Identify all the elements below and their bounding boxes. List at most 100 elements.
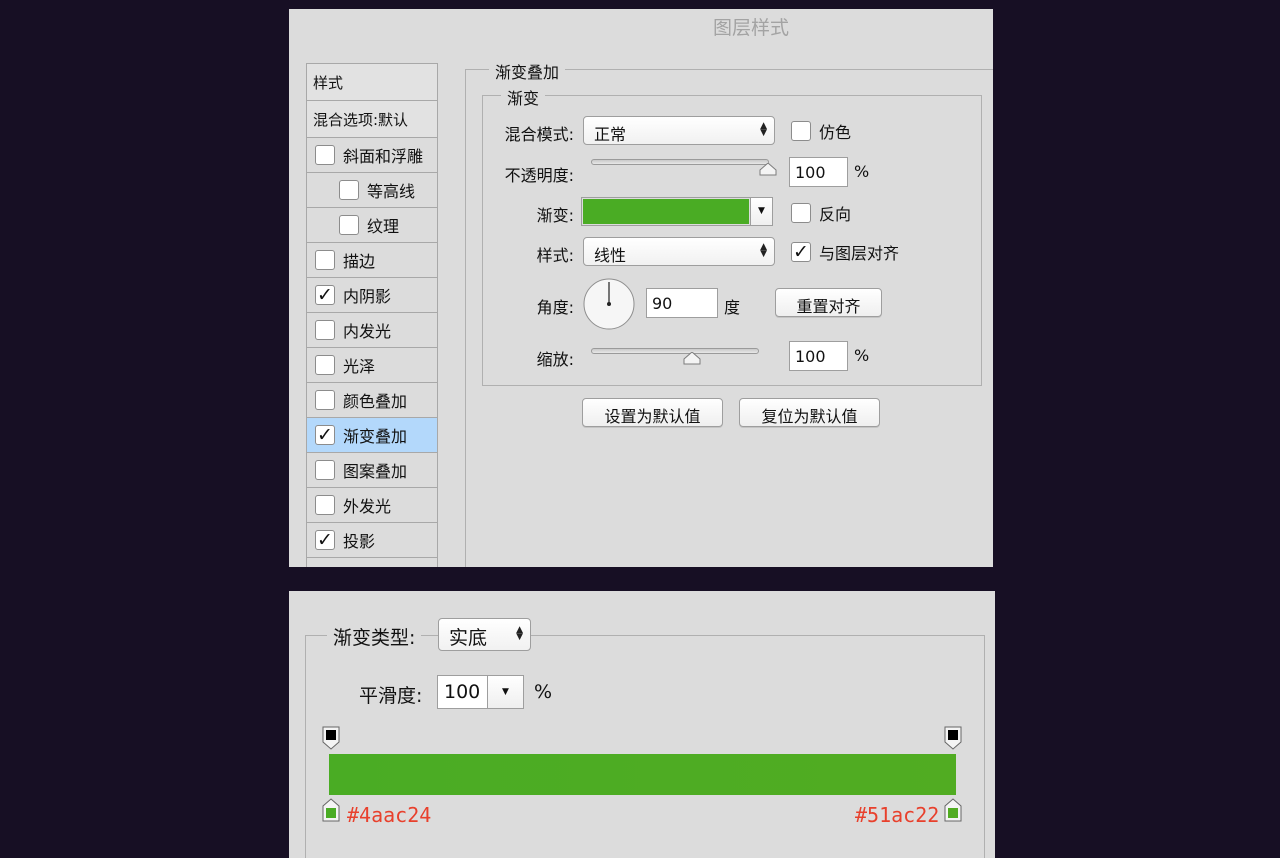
gradient-picker[interactable]: ▼: [581, 197, 773, 226]
updown-icon: ▲ ▼: [760, 121, 767, 138]
gradient-bar[interactable]: [329, 754, 956, 795]
style-item-checkbox[interactable]: [315, 145, 335, 165]
style-item-label: 内发光: [343, 322, 392, 341]
scale-percent: %: [854, 346, 870, 365]
style-item-label: 图案叠加: [343, 462, 408, 481]
style-select[interactable]: 线性 ▲ ▼: [583, 237, 775, 266]
style-item-checkbox[interactable]: [315, 355, 335, 375]
style-list-item[interactable]: 纹理: [307, 208, 437, 243]
reverse-checkbox[interactable]: 反向: [791, 201, 851, 225]
smoothness-label: 平滑度:: [359, 685, 423, 707]
style-list-item[interactable]: 图案叠加: [307, 453, 437, 488]
blend-mode-select[interactable]: 正常 ▲ ▼: [583, 116, 775, 145]
style-list-item[interactable]: 外发光: [307, 488, 437, 523]
style-list-item[interactable]: ✓ 渐变叠加: [307, 418, 437, 453]
gradient-type-select[interactable]: 实底 ▲ ▼: [438, 618, 531, 651]
style-item-label: 纹理: [367, 217, 400, 236]
smoothness-input[interactable]: 100 ▼: [437, 675, 524, 709]
dither-checkbox-box[interactable]: [791, 121, 811, 141]
dither-label: 仿色: [819, 123, 852, 142]
angle-label: 角度:: [536, 298, 574, 317]
style-list-item[interactable]: 斜面和浮雕: [307, 138, 437, 173]
style-item-checkbox[interactable]: [315, 495, 335, 515]
gradient-label: 渐变:: [536, 206, 574, 225]
opacity-input[interactable]: 100: [789, 157, 848, 187]
style-list-item[interactable]: 内发光: [307, 313, 437, 348]
degree-unit: 度: [724, 298, 741, 317]
opacity-slider-track[interactable]: [591, 159, 769, 165]
blend-mode-value: 正常: [594, 125, 627, 144]
style-item-checkbox[interactable]: [339, 215, 359, 235]
align-checkbox-box[interactable]: ✓: [791, 242, 811, 262]
color-stop-left[interactable]: [322, 798, 340, 822]
chevron-down-icon[interactable]: ▼: [487, 676, 523, 708]
style-item-checkbox[interactable]: [315, 320, 335, 340]
style-list-item[interactable]: ✓ 内阴影: [307, 278, 437, 313]
gradient-preview[interactable]: [583, 199, 749, 224]
reset-default-button[interactable]: 复位为默认值: [739, 398, 880, 427]
style-item-label: 内阴影: [343, 287, 392, 306]
style-label: 样式:: [536, 246, 574, 265]
color-stop-right[interactable]: [944, 798, 962, 822]
style-item-checkbox[interactable]: [339, 180, 359, 200]
style-item-label: 外发光: [343, 497, 392, 516]
gradient-type-label: 渐变类型:: [327, 623, 422, 650]
left-color-hex: #4aac24: [347, 803, 432, 827]
angle-dial[interactable]: [582, 277, 636, 331]
style-item-checkbox[interactable]: [315, 390, 335, 410]
style-item-label: 光泽: [343, 357, 376, 376]
align-label: 与图层对齐: [819, 244, 900, 263]
gradient-type-value: 实底: [449, 627, 488, 649]
style-item-checkbox[interactable]: [315, 250, 335, 270]
smoothness-value: 100: [444, 681, 481, 703]
blend-mode-label: 混合模式:: [504, 125, 574, 144]
smoothness-percent: %: [534, 681, 553, 703]
dither-checkbox[interactable]: 仿色: [791, 119, 851, 143]
style-value: 线性: [594, 246, 627, 265]
style-list: 样式 混合选项:默认 斜面和浮雕等高线纹理描边 ✓ 内阴影内发光光泽颜色叠加 ✓ 渐变叠…: [306, 63, 438, 567]
style-item-label: 斜面和浮雕: [343, 147, 424, 166]
checkmark-icon: ✓: [793, 240, 809, 263]
editor-border-left: [305, 635, 306, 858]
checkmark-icon: ✓: [317, 528, 333, 551]
style-list-item[interactable]: ✓ 投影: [307, 523, 437, 558]
opacity-stop-left[interactable]: [322, 726, 340, 750]
align-with-layer-checkbox[interactable]: ✓ 与图层对齐: [791, 240, 899, 264]
style-item-label: 渐变叠加: [343, 427, 408, 446]
style-list-header[interactable]: 样式: [307, 64, 437, 101]
checkmark-icon: ✓: [317, 423, 333, 446]
scale-slider-track[interactable]: [591, 348, 759, 354]
updown-icon: ▲ ▼: [516, 625, 523, 642]
checkmark-icon: ✓: [317, 283, 333, 306]
style-item-label: 投影: [343, 532, 376, 551]
style-list-item[interactable]: 光泽: [307, 348, 437, 383]
dialog-title: 图层样式: [713, 17, 790, 39]
section-border-left: [465, 69, 466, 567]
layer-style-dialog: 图层样式 样式 混合选项:默认 斜面和浮雕等高线纹理描边 ✓ 内阴影内发光光泽颜色叠…: [289, 9, 993, 567]
blend-options-item[interactable]: 混合选项:默认: [307, 101, 437, 138]
section-title: 渐变叠加: [489, 59, 566, 83]
style-item-checkbox[interactable]: ✓: [315, 530, 335, 550]
chevron-down-icon[interactable]: ▼: [750, 198, 772, 225]
updown-icon: ▲ ▼: [760, 242, 767, 259]
gradient-editor: 渐变类型: 实底 ▲ ▼ 平滑度: 100 ▼ % #4aac24 #51ac22: [289, 591, 995, 858]
group-title: 渐变: [501, 85, 546, 109]
reverse-label: 反向: [819, 205, 852, 224]
reset-align-button[interactable]: 重置对齐: [775, 288, 882, 317]
style-item-checkbox[interactable]: [315, 460, 335, 480]
scale-input[interactable]: 100: [789, 341, 848, 371]
style-list-item[interactable]: 颜色叠加: [307, 383, 437, 418]
opacity-slider-thumb[interactable]: [759, 163, 777, 176]
editor-border-right: [984, 635, 985, 858]
opacity-stop-right[interactable]: [944, 726, 962, 750]
opacity-label: 不透明度:: [504, 166, 574, 185]
set-default-button[interactable]: 设置为默认值: [582, 398, 723, 427]
angle-input[interactable]: 90: [646, 288, 718, 318]
scale-slider-thumb[interactable]: [683, 352, 701, 365]
style-list-item[interactable]: 描边: [307, 243, 437, 278]
scale-label: 缩放:: [536, 350, 574, 369]
style-item-checkbox[interactable]: ✓: [315, 425, 335, 445]
style-item-checkbox[interactable]: ✓: [315, 285, 335, 305]
style-list-item[interactable]: 等高线: [307, 173, 437, 208]
reverse-checkbox-box[interactable]: [791, 203, 811, 223]
